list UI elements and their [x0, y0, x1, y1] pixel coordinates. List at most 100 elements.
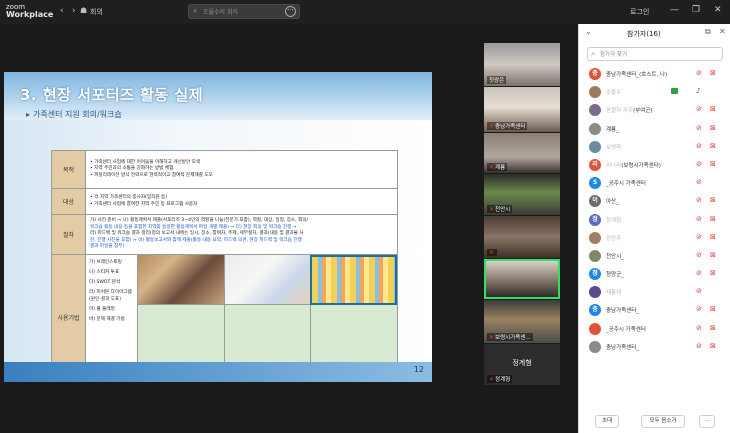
mic-muted-icon[interactable]: ⊘ [696, 324, 702, 332]
participant-row[interactable]: _공주시 가족센터 ⊘ ⊠ [579, 320, 730, 338]
row-content: 가) 사전 준비 → 나) 활동계획서 제출(서포터즈 3~4인의 역할을 나눔… [85, 214, 398, 255]
content-line: • 가족센터 사업에 참여한 지역 주민 등 프로그램 사용자 [90, 201, 198, 207]
participant-name-masked: 재통재 [606, 290, 622, 297]
mic-muted-icon[interactable]: ⊘ [696, 124, 702, 132]
participant-row[interactable]: 천안시_ ⊘ ⊠ [579, 247, 730, 265]
mic-muted-icon[interactable]: ⊘ [696, 105, 702, 113]
meeting-search-input[interactable] [203, 7, 279, 17]
camera-off-icon[interactable]: ⊠ [710, 105, 716, 113]
participant-name: 계룡_ [606, 125, 619, 133]
camera-off-icon[interactable]: ⊠ [710, 251, 716, 259]
mic-muted-icon[interactable]: ⊘ [696, 215, 702, 223]
participant-name-suffix: (부여군) [633, 108, 653, 115]
more-options-icon[interactable]: ··· [285, 6, 296, 17]
participant-row[interactable]: 충남가족센터_ ⊘ ⊠ [579, 338, 730, 356]
camera-off-icon[interactable]: ⊠ [710, 233, 716, 241]
mic-muted-icon[interactable]: ⊘ [696, 196, 702, 204]
participant-name-text: 천안시_ [606, 253, 624, 260]
camera-off-icon[interactable]: ⊠ [710, 160, 716, 168]
participant-name: 충남가족센터_ [606, 343, 639, 351]
chevron-right-icon[interactable]: › [72, 6, 76, 16]
participant-row[interactable]: 충 충남가족센터_(호스트, 나) ⊘ ⊠ [579, 65, 730, 83]
login-link[interactable]: 로그인 [630, 7, 649, 17]
participant-row[interactable]: S _공주시 가족센터 ⊘ [579, 174, 730, 192]
invite-button[interactable]: 초대 [595, 415, 619, 428]
camera-off-icon[interactable]: ⊠ [710, 124, 716, 132]
avatar [589, 231, 601, 244]
row-content: • 가족센터 사업에 대한 어려움을 이해하고 개선방안 모색 • 지역 주민과… [85, 150, 398, 189]
participant-row[interactable]: 보령학 ⊘ ⊠ [579, 138, 730, 156]
participant-name-masked: 조율수 [606, 90, 622, 97]
mic-muted-icon[interactable]: ⊘ [696, 342, 702, 350]
participant-row[interactable]: 이 아산_ ⊘ ⊠ [579, 192, 730, 210]
participant-row[interactable]: 정 정계형 ⊘ ⊠ [579, 211, 730, 229]
participant-name-text: 계룡_ [606, 126, 619, 133]
mic-on-icon[interactable]: ♪ [696, 87, 700, 95]
mic-muted-icon[interactable]: ⊘ [696, 305, 702, 313]
panel-close-icon[interactable]: ✕ [719, 27, 726, 36]
close-icon[interactable]: ✕ [714, 5, 722, 15]
minimize-icon[interactable]: — [670, 5, 679, 15]
camera-off-icon[interactable]: ⊠ [710, 196, 716, 204]
camera-off-icon[interactable]: ⊠ [710, 305, 716, 313]
video-tile[interactable]: 정계형 ✕정계형 [484, 344, 560, 385]
participant-name: 윤쌀자 자주(부여군) [606, 106, 653, 114]
video-tile[interactable]: ✕보령시가족센... [484, 300, 560, 343]
maximize-icon[interactable]: ❐ [692, 5, 700, 15]
shared-slide: 3. 현장 서포터즈 활동 실제 ▸ 가족센터 지원 회의/워크숍 목적 • 가족… [4, 72, 432, 382]
popout-icon[interactable]: ⧉ [705, 27, 711, 37]
avatar [589, 104, 601, 117]
mic-muted-icon[interactable]: ⊘ [696, 69, 702, 77]
slide-footer-band [4, 362, 432, 382]
panel-footer: 초대 모두 음소거 ··· [579, 408, 730, 433]
mic-muted-icon[interactable]: ⊘ [696, 251, 702, 259]
mic-muted-icon[interactable]: ⊘ [696, 233, 702, 241]
participant-row[interactable]: 충 충남가족센터_ ⊘ ⊠ [579, 301, 730, 319]
video-tile[interactable]: ✕충남가족센터 [484, 87, 560, 132]
video-tile[interactable]: ✕천안시 [484, 174, 560, 215]
video-tile[interactable]: ✕계룡 [484, 133, 560, 173]
avatar: 정 [589, 213, 601, 226]
participant-search-input[interactable] [600, 50, 718, 59]
camera-off-icon[interactable]: ⊠ [710, 324, 716, 332]
mic-muted-icon[interactable]: ⊘ [696, 287, 702, 295]
meeting-icon[interactable]: ☗ [80, 6, 87, 15]
camera-off-icon[interactable]: ⊠ [710, 269, 716, 277]
slide-subtitle: ▸ 가족센터 지원 회의/워크숍 [26, 109, 122, 120]
slide-subtitle-text: 가족센터 지원 회의/워크숍 [33, 110, 122, 119]
method-item: 나) 스티커 투표 [89, 270, 120, 275]
participant-search[interactable]: ⌕ [587, 47, 723, 61]
participant-name-masked: 리나라 [606, 162, 622, 169]
video-tile[interactable]: ✕ [484, 216, 560, 258]
participant-row[interactable]: 정양주 ⊘ ⊠ [579, 229, 730, 247]
tile-name-text: 첫광은 [489, 78, 505, 84]
participant-name-suffix: (보령시가족센터) [621, 162, 661, 169]
camera-off-icon[interactable]: ⊠ [710, 215, 716, 223]
participant-row[interactable]: 청 청양군_ ⊘ ⊠ [579, 265, 730, 283]
camera-off-icon[interactable]: ⊠ [710, 342, 716, 350]
table-row: 대상 • 각 지역 가족센터의 종사자(임직원 등) • 가족센터 사업에 참여… [51, 188, 398, 215]
participant-row[interactable]: 윤쌀자 자주(부여군) ⊘ ⊠ [579, 101, 730, 119]
participant-row[interactable]: 재통재 ⊘ [579, 283, 730, 301]
camera-off-icon[interactable]: ⊠ [710, 142, 716, 150]
chevron-left-icon[interactable]: ‹ [60, 6, 64, 16]
video-tile[interactable]: 첫광은 [484, 43, 560, 86]
mic-muted-icon[interactable]: ⊘ [696, 178, 702, 186]
method-item: 바) 문제 해결 기법 [89, 317, 125, 322]
mic-muted-icon[interactable]: ⊘ [696, 269, 702, 277]
collapse-icon[interactable]: ⌄ [585, 27, 592, 36]
participant-row[interactable]: 리 리나라(보령시가족센터) ⊘ ⊠ [579, 156, 730, 174]
sticky-notes-photo [310, 255, 397, 305]
more-button[interactable]: ··· [699, 415, 715, 428]
video-tile-active-speaker[interactable] [484, 259, 560, 299]
participant-row[interactable]: 계룡_ ⊘ ⊠ [579, 120, 730, 138]
mute-all-button[interactable]: 모두 음소거 [641, 415, 685, 428]
avatar [589, 322, 601, 335]
mic-muted-icon[interactable]: ⊘ [696, 160, 702, 168]
zoom-logo: zoom Workplace [6, 3, 53, 19]
camera-off-icon[interactable]: ⊠ [710, 69, 716, 77]
meeting-tab-label[interactable]: 회의 [90, 7, 103, 17]
mic-muted-icon[interactable]: ⊘ [696, 142, 702, 150]
participant-row[interactable]: 조율수 ♪ [579, 83, 730, 101]
meeting-search[interactable]: ⌕ ··· [188, 4, 300, 19]
